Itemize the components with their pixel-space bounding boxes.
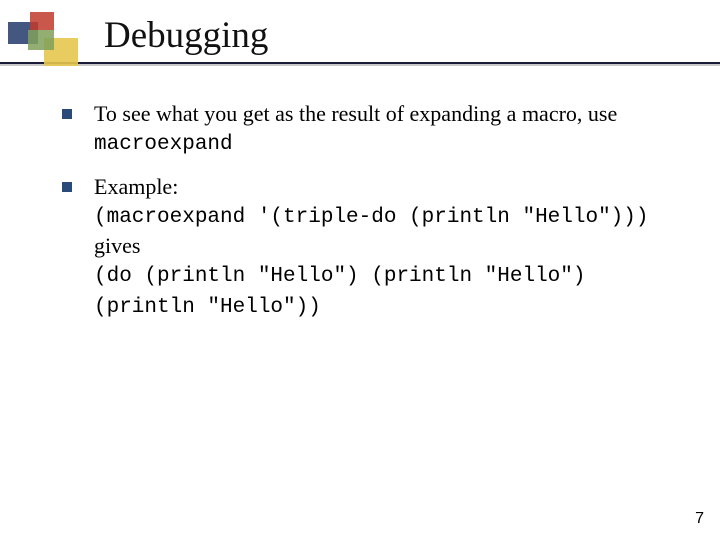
slide: Debugging To see what you get as the res… bbox=[0, 0, 720, 540]
slide-title: Debugging bbox=[104, 14, 268, 57]
item2-code2b: (println "Hello")) bbox=[94, 296, 321, 319]
square-bullet-icon bbox=[62, 182, 72, 192]
item2-code2a: (do (println "Hello") (println "Hello") bbox=[94, 265, 585, 288]
bullet-item-2-text: Example: (macroexpand '(triple-do (print… bbox=[94, 173, 682, 322]
item2-mid: gives bbox=[94, 233, 140, 258]
logo-red-square bbox=[30, 12, 54, 30]
item2-lead: Example: bbox=[94, 174, 178, 199]
bullet-item-2: Example: (macroexpand '(triple-do (print… bbox=[62, 173, 682, 322]
item2-code1: (macroexpand '(triple-do (println "Hello… bbox=[94, 206, 649, 229]
logo-green-square bbox=[28, 30, 54, 50]
slide-body: To see what you get as the result of exp… bbox=[62, 100, 682, 336]
item1-code: macroexpand bbox=[94, 133, 233, 156]
page-number: 7 bbox=[695, 510, 704, 528]
corner-logo bbox=[8, 12, 88, 68]
bullet-item-1-text: To see what you get as the result of exp… bbox=[94, 100, 682, 159]
bullet-item-1: To see what you get as the result of exp… bbox=[62, 100, 682, 159]
title-underline-shadow bbox=[0, 64, 720, 66]
square-bullet-icon bbox=[62, 109, 72, 119]
item1-lead: To see what you get as the result of exp… bbox=[94, 101, 617, 126]
